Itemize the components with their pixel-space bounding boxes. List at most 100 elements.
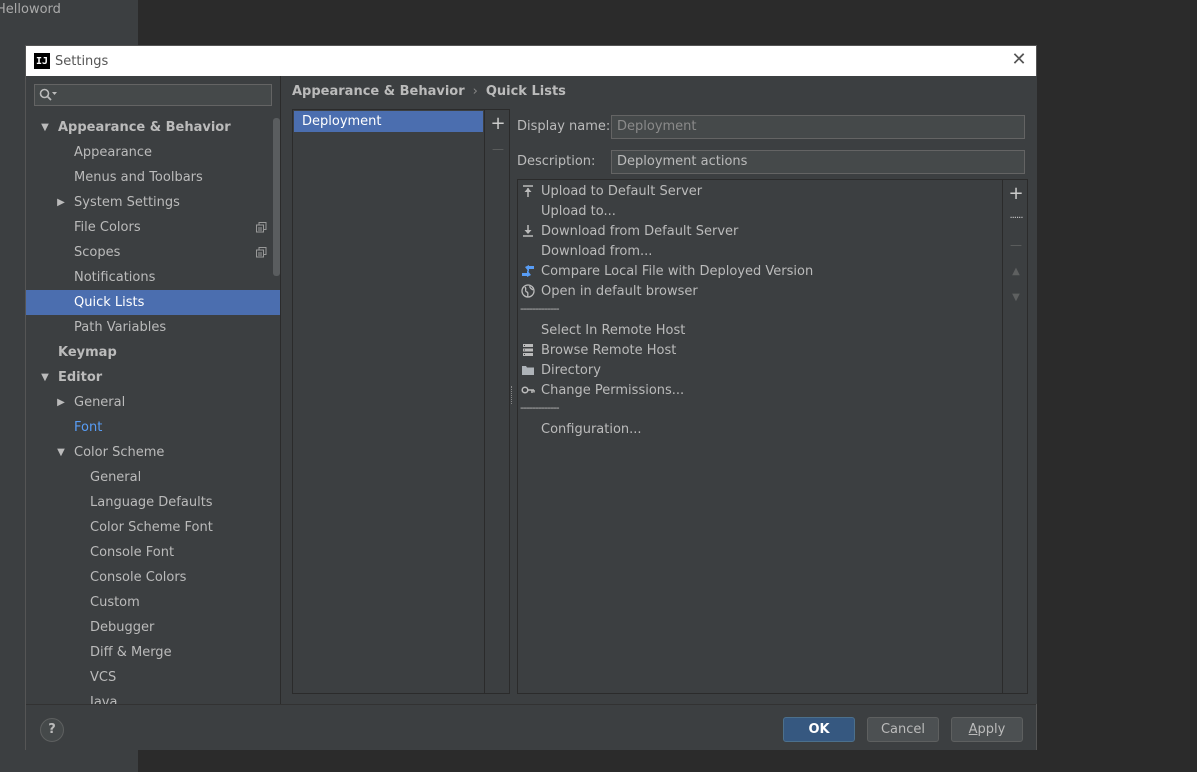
action-item[interactable]: Upload to...: [518, 201, 1002, 221]
description-label: Description:: [517, 154, 596, 169]
quick-lists-list: Deployment: [293, 110, 485, 693]
tree-item-label: Keymap: [58, 345, 117, 360]
tree-item-label: Color Scheme: [74, 445, 165, 460]
tree-item-label: Appearance: [74, 145, 153, 160]
action-item[interactable]: Configuration...: [518, 419, 1002, 439]
search-icon: [39, 88, 57, 101]
tree-item-cs-general[interactable]: General: [26, 465, 280, 490]
tree-item-label: Console Colors: [90, 570, 187, 585]
server-icon: [523, 344, 533, 356]
tree-item-keymap[interactable]: Keymap: [26, 340, 280, 365]
action-item[interactable]: Upload to Default Server: [518, 181, 1002, 201]
tree-item-editor-general[interactable]: ▶ General: [26, 390, 280, 415]
remove-action-button[interactable]: —: [1004, 232, 1028, 258]
tree-item-debugger[interactable]: Debugger: [26, 615, 280, 640]
action-item[interactable]: Open in default browser: [518, 281, 1002, 301]
breadcrumb-current: Quick Lists: [485, 84, 566, 99]
add-separator-button[interactable]: ......: [1004, 206, 1028, 232]
remove-quick-list-button[interactable]: —: [486, 136, 510, 162]
tree-item-label: General: [74, 395, 126, 410]
tree-item-label: Font: [74, 420, 103, 435]
project-name: Helloword: [0, 2, 61, 17]
expanded-arrow-icon[interactable]: ▼: [39, 122, 51, 133]
close-icon[interactable]: ✕: [1010, 51, 1028, 69]
actions-panel: Upload to Default Server Upload to... Do…: [517, 179, 1028, 694]
tree-item-notifications[interactable]: Notifications: [26, 265, 280, 290]
tree-item-diff-merge[interactable]: Diff & Merge: [26, 640, 280, 665]
actions-toolbar: + ...... — ▲ ▼: [1004, 180, 1028, 310]
tree-item-path-variables[interactable]: Path Variables: [26, 315, 280, 340]
title-bar: IJ Settings ✕: [26, 46, 1036, 76]
project-scope-icon: [256, 222, 267, 233]
action-label: Browse Remote Host: [541, 342, 677, 358]
tree-item-console-font[interactable]: Console Font: [26, 540, 280, 565]
tree-item-system-settings[interactable]: ▶ System Settings: [26, 190, 280, 215]
tree-item-color-scheme-font[interactable]: Color Scheme Font: [26, 515, 280, 540]
tree-item-custom[interactable]: Custom: [26, 590, 280, 615]
add-action-button[interactable]: +: [1004, 180, 1028, 206]
tree-item-label: Color Scheme Font: [90, 520, 213, 535]
tree-item-editor[interactable]: ▼ Editor: [26, 365, 280, 390]
display-name-label: Display name:: [517, 119, 611, 134]
tree-item-quick-lists[interactable]: Quick Lists: [26, 290, 280, 315]
collapsed-arrow-icon[interactable]: ▶: [55, 197, 67, 208]
tree-item-font[interactable]: Font: [26, 415, 280, 440]
action-item[interactable]: Browse Remote Host: [518, 340, 1002, 360]
download-icon: [523, 225, 533, 237]
settings-tree: ▼ Appearance & Behavior Appearance Menus…: [26, 115, 280, 704]
tree-item-appearance[interactable]: Appearance: [26, 140, 280, 165]
quick-list-item-deployment[interactable]: Deployment: [294, 111, 483, 132]
tree-item-scopes[interactable]: Scopes: [26, 240, 280, 265]
search-input[interactable]: [34, 84, 272, 106]
breadcrumb-parent[interactable]: Appearance & Behavior: [292, 84, 465, 99]
tree-item-label: Scopes: [74, 245, 121, 260]
tree-item-file-colors[interactable]: File Colors: [26, 215, 280, 240]
action-label: Select In Remote Host: [541, 322, 686, 338]
description-input[interactable]: Deployment actions: [611, 149, 1025, 174]
action-item[interactable]: Directory: [518, 360, 1002, 380]
add-quick-list-button[interactable]: +: [486, 110, 510, 136]
apply-label-rest: pply: [977, 722, 1006, 737]
move-up-button[interactable]: ▲: [1004, 258, 1028, 284]
tree-item-color-scheme[interactable]: ▼ Color Scheme: [26, 440, 280, 465]
tree-item-label: Diff & Merge: [90, 645, 172, 660]
tree-item-label: Appearance & Behavior: [58, 120, 231, 135]
action-item[interactable]: Download from...: [518, 241, 1002, 261]
apply-button[interactable]: Apply: [951, 717, 1023, 742]
tree-item-menus-toolbars[interactable]: Menus and Toolbars: [26, 165, 280, 190]
display-name-input[interactable]: Deployment: [611, 114, 1025, 139]
breadcrumb: Appearance & Behavior › Quick Lists: [292, 84, 566, 99]
expanded-arrow-icon[interactable]: ▼: [39, 372, 51, 383]
action-label: Download from Default Server: [541, 223, 739, 239]
action-item[interactable]: Select In Remote Host: [518, 320, 1002, 340]
action-separator[interactable]: -------------: [518, 301, 1002, 320]
action-item[interactable]: Download from Default Server: [518, 221, 1002, 241]
display-name-row: Display name: Deployment: [517, 109, 1029, 144]
settings-sidebar: ▼ Appearance & Behavior Appearance Menus…: [26, 76, 281, 704]
action-separator[interactable]: -------------: [518, 400, 1002, 419]
help-button[interactable]: ?: [40, 718, 64, 742]
tree-item-label: Quick Lists: [74, 295, 145, 310]
tree-item-label: Console Font: [90, 545, 175, 560]
tree-item-language-defaults[interactable]: Language Defaults: [26, 490, 280, 515]
move-down-button[interactable]: ▼: [1004, 284, 1028, 310]
tree-item-console-colors[interactable]: Console Colors: [26, 565, 280, 590]
cancel-button[interactable]: Cancel: [867, 717, 939, 742]
action-item[interactable]: Change Permissions...: [518, 380, 1002, 400]
settings-content: Appearance & Behavior › Quick Lists Depl…: [282, 76, 1037, 704]
action-label: Upload to...: [541, 203, 616, 219]
action-label: Open in default browser: [541, 283, 698, 299]
collapsed-arrow-icon[interactable]: ▶: [55, 397, 67, 408]
tree-item-label: General: [90, 470, 142, 485]
tree-item-label: System Settings: [74, 195, 180, 210]
panel-splitter-handle[interactable]: [511, 386, 515, 404]
tree-item-appearance-behavior[interactable]: ▼ Appearance & Behavior: [26, 115, 280, 140]
tree-item-vcs[interactable]: VCS: [26, 665, 280, 690]
tree-item-java[interactable]: Java: [26, 690, 280, 704]
ok-button[interactable]: OK: [783, 717, 855, 742]
action-item[interactable]: Compare Local File with Deployed Version: [518, 261, 1002, 281]
description-row: Description: Deployment actions: [517, 144, 1029, 179]
quick-lists-toolbar: + —: [486, 110, 510, 162]
sidebar-scrollbar[interactable]: [273, 118, 280, 276]
expanded-arrow-icon[interactable]: ▼: [55, 447, 67, 458]
